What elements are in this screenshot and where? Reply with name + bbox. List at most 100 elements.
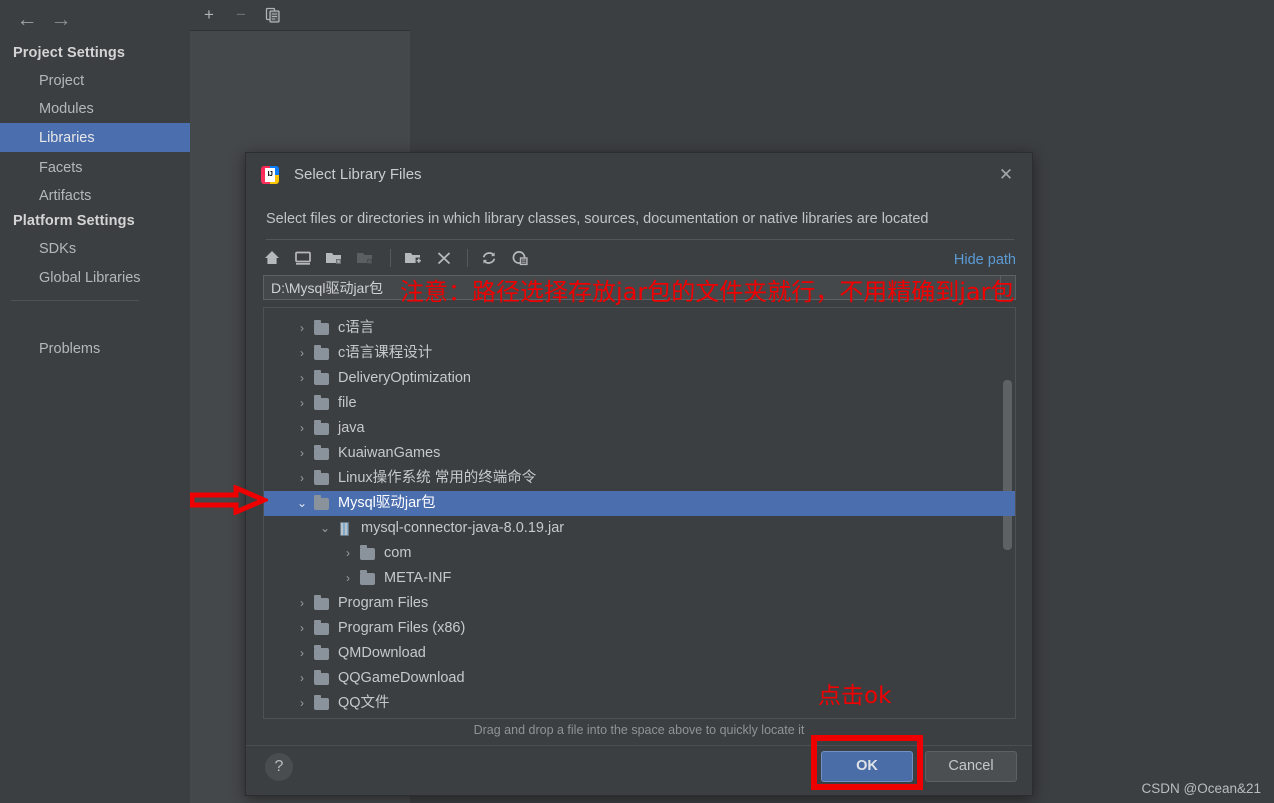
toolbar-separator	[467, 249, 468, 267]
tree-row[interactable]: › c语言课程设计	[264, 341, 1015, 366]
sidebar-item-facets[interactable]: Facets	[0, 153, 190, 182]
tree-row-label: QQ文件	[338, 695, 390, 711]
dialog-subtitle: Select files or directories in which lib…	[266, 211, 929, 227]
chevron-right-icon[interactable]: ›	[294, 441, 310, 466]
sidebar-group-project-settings: Project Settings	[13, 45, 125, 61]
project-folder-icon[interactable]	[324, 246, 350, 270]
tree-row[interactable]: › QMDownload	[264, 641, 1015, 666]
tree-row[interactable]: › DeliveryOptimization	[264, 366, 1015, 391]
chevron-right-icon[interactable]: ›	[294, 641, 310, 666]
remove-library-button: −	[236, 5, 246, 24]
add-library-button[interactable]: +	[198, 4, 220, 26]
settings-sidebar: ← → Project Settings Platform Settings P…	[0, 0, 190, 803]
select-library-files-dialog: IJ Select Library Files ✕ Select files o…	[245, 152, 1033, 796]
tree-row[interactable]: › c语言	[264, 316, 1015, 341]
path-input[interactable]: D:\Mysql驱动jar包	[263, 275, 1016, 300]
show-hidden-icon[interactable]	[510, 246, 536, 270]
watermark: CSDN @Ocean&21	[1141, 781, 1261, 796]
tree-row[interactable]: › QQ文件	[264, 691, 1015, 716]
sidebar-item-label: Artifacts	[39, 187, 92, 204]
chevron-right-icon[interactable]: ›	[294, 591, 310, 616]
jar-file-icon	[337, 521, 353, 536]
sidebar-item-problems[interactable]: Problems	[0, 334, 190, 363]
sidebar-item-modules[interactable]: Modules	[0, 94, 190, 123]
desktop-icon[interactable]	[293, 246, 319, 270]
tree-scrollbar-selection-marker	[1001, 491, 1014, 516]
folder-icon	[314, 470, 330, 486]
refresh-icon[interactable]	[479, 246, 505, 270]
chevron-down-icon[interactable]: ⌄	[317, 516, 333, 541]
chevron-right-icon[interactable]: ›	[294, 366, 310, 391]
tree-row[interactable]: › Program Files (x86)	[264, 616, 1015, 641]
chevron-right-icon[interactable]: ›	[340, 566, 356, 591]
tree-row[interactable]: › file	[264, 391, 1015, 416]
tree-row[interactable]: › com	[264, 541, 1015, 566]
forward-arrow-icon[interactable]: →	[44, 6, 78, 34]
tree-row-label: Program Files	[338, 595, 429, 611]
sidebar-item-global-libraries[interactable]: Global Libraries	[0, 263, 190, 292]
toolbar-separator	[390, 249, 391, 267]
chevron-right-icon[interactable]: ›	[294, 466, 310, 491]
chevron-right-icon[interactable]: ›	[294, 691, 310, 716]
dialog-titlebar: IJ Select Library Files ✕	[246, 153, 1032, 197]
tree-row-label: QMDownload	[338, 645, 426, 661]
ok-button[interactable]: OK	[821, 751, 913, 782]
close-icon[interactable]: ✕	[994, 163, 1018, 187]
sidebar-item-label: Facets	[39, 159, 83, 176]
tree-row[interactable]: › Program Files	[264, 591, 1015, 616]
tree-row[interactable]: › QQGameDownload	[264, 666, 1015, 691]
tree-row-label: c语言课程设计	[338, 345, 433, 361]
tree-row[interactable]: › Linux操作系统 常用的终端命令	[264, 466, 1015, 491]
tree-row-label: KuaiwanGames	[338, 445, 441, 461]
sidebar-item-label: Global Libraries	[39, 269, 141, 286]
tree-row[interactable]: › java	[264, 416, 1015, 441]
chevron-right-icon[interactable]: ›	[294, 416, 310, 441]
home-icon[interactable]	[262, 246, 288, 270]
tree-scrollbar-thumb[interactable]	[1003, 380, 1012, 550]
navigation-arrows: ← →	[8, 6, 118, 34]
folder-icon	[314, 395, 330, 411]
sidebar-item-artifacts[interactable]: Artifacts	[0, 181, 190, 210]
file-chooser-toolbar: Hide path	[246, 240, 1032, 276]
folder-icon	[314, 320, 330, 336]
dialog-footer-divider	[246, 745, 1032, 746]
sidebar-group-platform-settings: Platform Settings	[13, 213, 135, 229]
tree-row-label: Mysql驱动jar包	[338, 495, 436, 511]
tree-row-label: DeliveryOptimization	[338, 370, 471, 386]
libraries-toolbar: + −	[190, 0, 410, 30]
file-tree[interactable]: › c语言 › c语言课程设计 › DeliveryOptimization ›…	[263, 307, 1016, 719]
tree-row-label: c语言	[338, 320, 375, 336]
chevron-right-icon[interactable]: ›	[294, 666, 310, 691]
chevron-down-icon[interactable]: ⌄	[294, 491, 310, 516]
folder-icon	[360, 570, 376, 586]
sidebar-item-sdks[interactable]: SDKs	[0, 234, 190, 263]
tree-row[interactable]: ⌄ mysql-connector-java-8.0.19.jar	[264, 516, 1015, 541]
folder-icon	[314, 370, 330, 386]
folder-icon	[314, 620, 330, 636]
intellij-logo-icon: IJ	[261, 166, 279, 184]
new-folder-icon[interactable]	[403, 246, 429, 270]
chevron-right-icon[interactable]: ›	[340, 541, 356, 566]
chevron-right-icon[interactable]: ›	[294, 616, 310, 641]
tree-row[interactable]: › META-INF	[264, 566, 1015, 591]
back-arrow-icon[interactable]: ←	[10, 6, 44, 34]
help-button[interactable]: ?	[265, 753, 293, 781]
sidebar-item-libraries[interactable]: Libraries	[0, 123, 190, 152]
sidebar-item-label: Modules	[39, 100, 94, 117]
sidebar-item-project[interactable]: Project	[0, 66, 190, 95]
tree-row-selected[interactable]: ⌄ Mysql驱动jar包	[264, 491, 1015, 516]
copy-library-icon[interactable]	[262, 4, 284, 26]
folder-icon	[314, 595, 330, 611]
path-dropdown-button[interactable]	[1000, 276, 1015, 299]
sidebar-item-label: SDKs	[39, 240, 77, 257]
folder-icon	[314, 345, 330, 361]
chevron-right-icon[interactable]: ›	[294, 391, 310, 416]
hide-path-link[interactable]: Hide path	[954, 252, 1016, 268]
cancel-button[interactable]: Cancel	[925, 751, 1017, 782]
folder-icon	[314, 495, 330, 511]
delete-icon[interactable]	[434, 246, 460, 270]
chevron-right-icon[interactable]: ›	[294, 316, 310, 341]
chevron-right-icon[interactable]: ›	[294, 341, 310, 366]
dialog-title: Select Library Files	[294, 166, 422, 183]
tree-row[interactable]: › KuaiwanGames	[264, 441, 1015, 466]
